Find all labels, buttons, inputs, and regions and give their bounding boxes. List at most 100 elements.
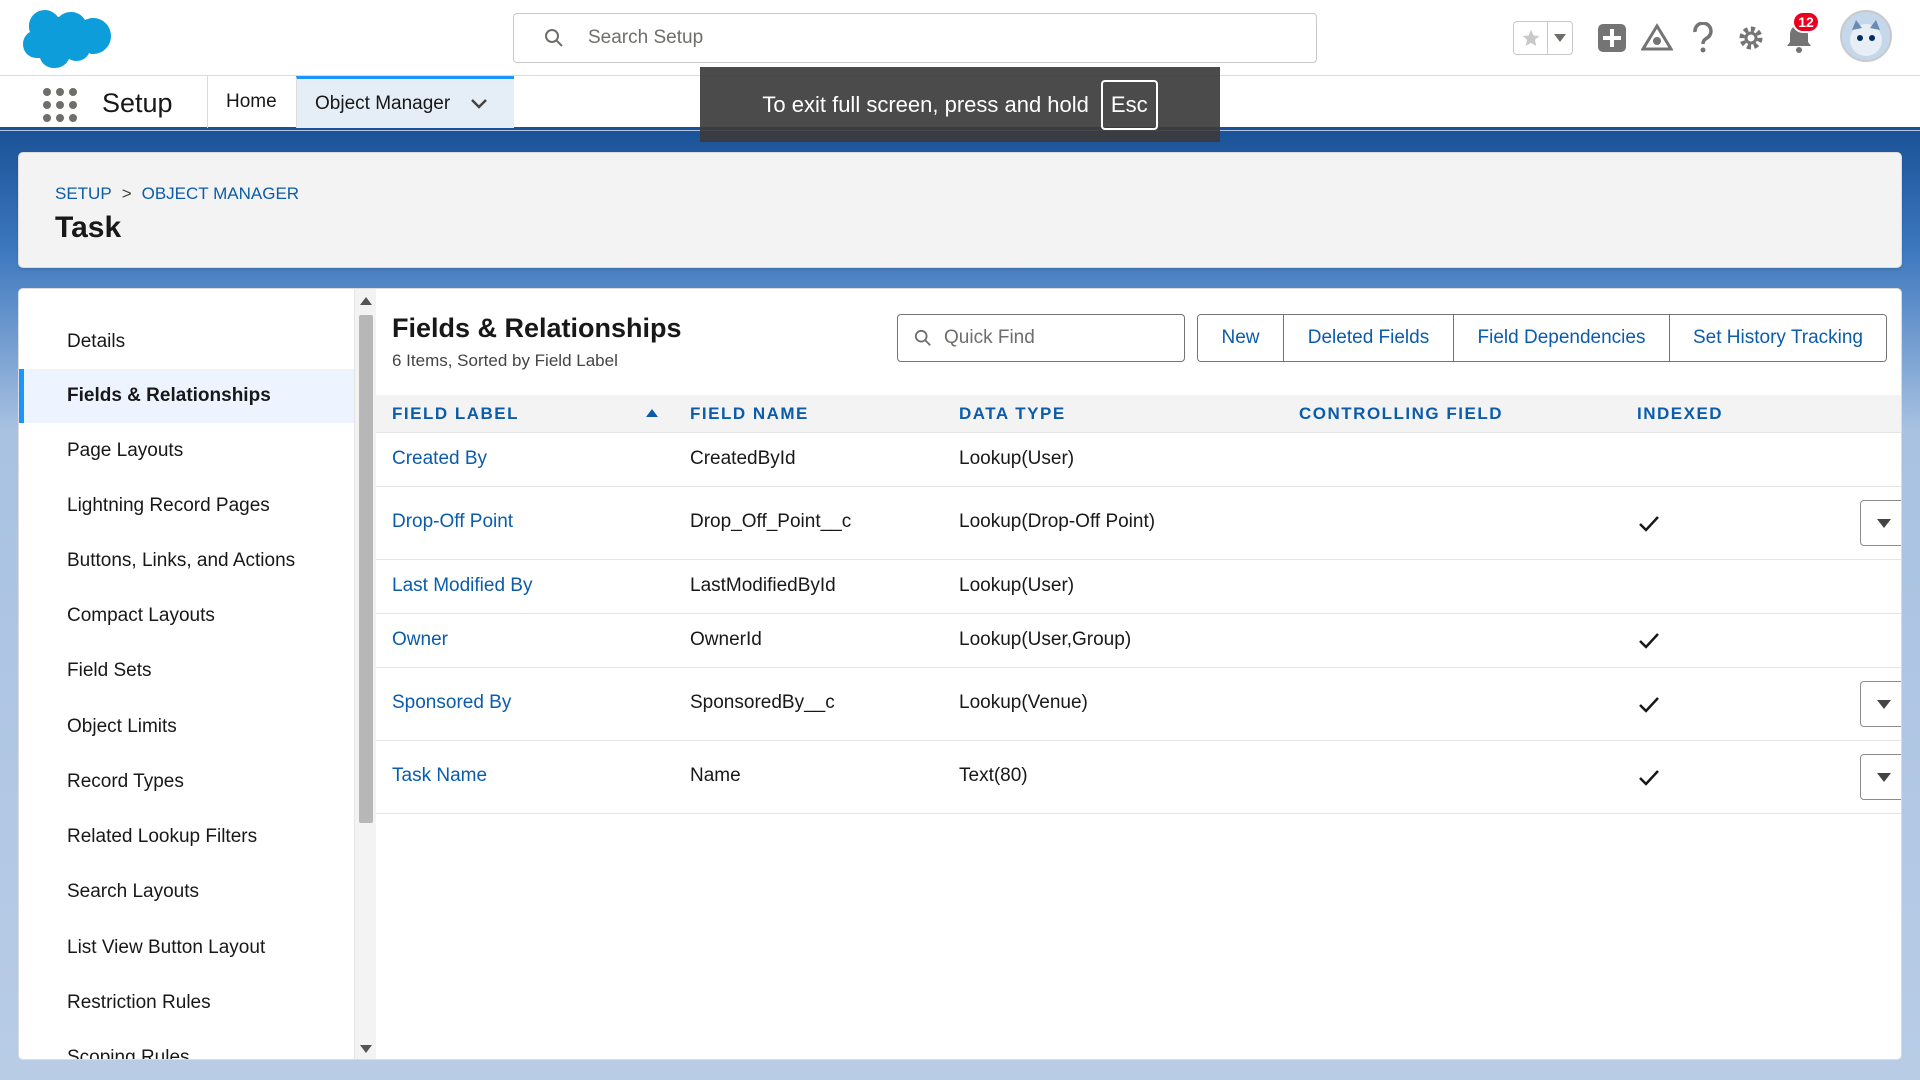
sidebar-item-label: Lightning Record Pages [67, 495, 270, 516]
indexed-check-icon [1639, 633, 1659, 649]
indexed-check-icon [1639, 770, 1659, 786]
sidebar-item-label: Field Sets [67, 660, 152, 681]
salesforce-logo-icon[interactable] [22, 8, 112, 72]
field-label-link[interactable]: Created By [392, 448, 487, 470]
table-row: Last Modified By LastModifiedById Lookup… [376, 560, 1901, 614]
table-header: FIELD LABEL FIELD NAME DATA TYPE CONTROL… [376, 395, 1901, 433]
sidebar-scrollbar[interactable] [354, 289, 376, 1059]
trailhead-button[interactable] [1638, 19, 1676, 57]
help-button[interactable] [1684, 19, 1722, 57]
sidebar-item-label: Scoping Rules [67, 1047, 190, 1060]
fields-content: Fields & Relationships 6 Items, Sorted b… [376, 289, 1901, 1059]
favorites-star-button[interactable] [1514, 22, 1548, 54]
app-name: Setup [102, 88, 173, 118]
sidebar-item-label: Page Layouts [67, 440, 184, 461]
user-avatar[interactable] [1840, 10, 1892, 62]
fullscreen-exit-notice: To exit full screen, press and hold Esc [700, 67, 1220, 142]
tab-object-manager-label: Object Manager [315, 92, 451, 114]
sidebar-item-label: Search Layouts [67, 881, 200, 902]
field-name: CreatedById [690, 448, 796, 469]
table-row: Drop-Off Point Drop_Off_Point__c Lookup(… [376, 487, 1901, 560]
quick-find-input[interactable] [942, 326, 1172, 350]
sidebar-item-record-types[interactable]: Record Types [19, 755, 354, 809]
sidebar-item-label: List View Button Layout [67, 937, 266, 958]
tab-home-label: Home [226, 91, 277, 112]
field-name: Name [690, 765, 741, 786]
setup-gear-button[interactable] [1732, 19, 1770, 57]
search-input[interactable] [586, 26, 1286, 50]
global-header: 12 [0, 0, 1920, 75]
fullscreen-notice-text: To exit full screen, press and hold [762, 91, 1089, 117]
sidebar-item-label: Compact Layouts [67, 605, 215, 626]
favorites-group [1513, 21, 1573, 55]
breadcrumb-setup-link[interactable]: SETUP [55, 184, 112, 204]
indexed-check-icon [1639, 516, 1659, 532]
row-actions-menu-button[interactable] [1860, 681, 1901, 727]
field-actions-button-group: New Deleted Fields Field Dependencies Se… [1197, 314, 1887, 362]
column-header-field-name[interactable]: FIELD NAME [690, 404, 809, 424]
data-type: Text(80) [959, 765, 1028, 786]
data-type: Lookup(User,Group) [959, 629, 1132, 650]
sidebar-item-label: Record Types [67, 771, 184, 792]
new-field-button[interactable]: New [1198, 315, 1284, 361]
data-type: Lookup(Venue) [959, 692, 1088, 713]
data-type: Lookup(User) [959, 448, 1075, 469]
sidebar-item-fields-relationships[interactable]: Fields & Relationships [19, 369, 354, 423]
field-dependencies-button[interactable]: Field Dependencies [1454, 315, 1670, 361]
sidebar-item-compact-layouts[interactable]: Compact Layouts [19, 589, 354, 643]
column-header-data-type[interactable]: DATA TYPE [959, 404, 1066, 424]
sort-ascending-icon[interactable] [646, 409, 658, 417]
star-icon [1522, 29, 1539, 46]
sidebar-item-restriction-rules[interactable]: Restriction Rules [19, 976, 354, 1030]
sidebar-item-label: Related Lookup Filters [67, 826, 258, 847]
sidebar-item-details[interactable]: Details [19, 315, 354, 369]
field-label-link[interactable]: Last Modified By [392, 575, 532, 597]
object-detail-card: Details Fields & Relationships Page Layo… [18, 288, 1902, 1060]
page-title: Task [55, 211, 122, 244]
sidebar-item-search-layouts[interactable]: Search Layouts [19, 865, 354, 919]
column-header-controlling-field[interactable]: CONTROLLING FIELD [1299, 404, 1503, 424]
field-label-link[interactable]: Drop-Off Point [392, 511, 513, 533]
field-label-link[interactable]: Owner [392, 629, 448, 651]
favorites-menu-button[interactable] [1548, 22, 1572, 54]
sidebar-item-object-limits[interactable]: Object Limits [19, 700, 354, 754]
sidebar-item-related-lookup-filters[interactable]: Related Lookup Filters [19, 810, 354, 864]
global-search[interactable] [513, 13, 1317, 63]
sidebar-item-scoping-rules[interactable]: Scoping Rules [19, 1031, 354, 1060]
quick-find-box[interactable] [897, 314, 1185, 362]
field-label-link[interactable]: Sponsored By [392, 692, 511, 714]
sidebar-item-lightning-record-pages[interactable]: Lightning Record Pages [19, 479, 354, 533]
search-icon [545, 29, 563, 47]
sidebar-item-list-view-button-layout[interactable]: List View Button Layout [19, 921, 354, 975]
tab-home[interactable]: Home [207, 76, 297, 128]
indexed-check-icon [1639, 697, 1659, 713]
deleted-fields-button[interactable]: Deleted Fields [1284, 315, 1454, 361]
notification-count-badge: 12 [1792, 11, 1820, 33]
app-launcher-icon[interactable] [43, 88, 77, 122]
sidebar-item-label: Fields & Relationships [67, 385, 271, 406]
sidebar-item-page-layouts[interactable]: Page Layouts [19, 424, 354, 478]
chevron-down-icon [1877, 772, 1891, 782]
gear-icon [1739, 26, 1763, 50]
table-row: Task Name Name Text(80) [376, 741, 1901, 814]
search-icon [914, 329, 931, 346]
column-header-field-label[interactable]: FIELD LABEL [392, 404, 519, 424]
tab-object-manager[interactable]: Object Manager [296, 76, 514, 128]
scrollbar-thumb[interactable] [359, 315, 373, 823]
sidebar-item-field-sets[interactable]: Field Sets [19, 644, 354, 698]
sidebar-item-buttons-links-actions[interactable]: Buttons, Links, and Actions [19, 534, 354, 588]
scroll-down-arrow-icon[interactable] [360, 1045, 372, 1053]
table-row: Owner OwnerId Lookup(User,Group) [376, 614, 1901, 668]
scroll-up-arrow-icon[interactable] [360, 297, 372, 305]
breadcrumb-object-manager-link[interactable]: OBJECT MANAGER [142, 184, 299, 204]
data-type: Lookup(Drop-Off Point) [959, 511, 1156, 532]
field-label-link[interactable]: Task Name [392, 765, 487, 787]
sidebar-item-label: Object Limits [67, 716, 177, 737]
chevron-down-icon[interactable] [470, 98, 488, 110]
help-icon [1693, 22, 1713, 53]
row-actions-menu-button[interactable] [1860, 500, 1901, 546]
row-actions-menu-button[interactable] [1860, 754, 1901, 800]
set-history-tracking-button[interactable]: Set History Tracking [1670, 315, 1886, 361]
column-header-indexed[interactable]: INDEXED [1637, 404, 1723, 424]
global-actions-button[interactable] [1593, 19, 1631, 57]
